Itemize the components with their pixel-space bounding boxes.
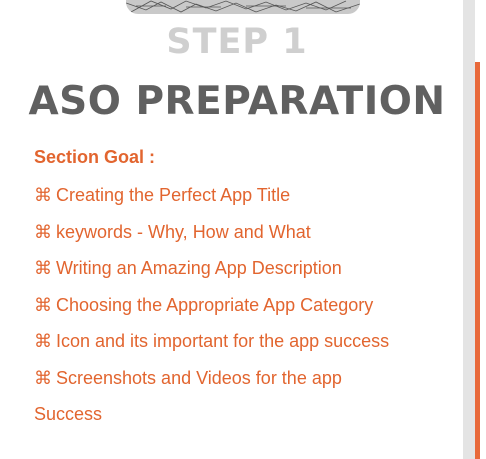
goal-text: keywords - Why, How and What: [56, 221, 311, 242]
list-item-continuation: Success: [34, 396, 454, 433]
goal-text: Writing an Amazing App Description: [56, 258, 342, 278]
command-key-icon: ⌘: [34, 185, 52, 205]
sketch-image-strip: [126, 0, 360, 14]
goal-list: ⌘ Creating the Perfect App Title ⌘ keyword…: [34, 177, 454, 433]
goal-text: Screenshots and Videos for the app: [56, 367, 342, 388]
section-goal-label: Section Goal :: [34, 147, 156, 167]
command-key-icon: ⌘: [34, 331, 52, 351]
goal-text: Choosing the Appropriate App Category: [56, 294, 374, 315]
goal-text: Creating the Perfect App Title: [56, 185, 291, 205]
list-item: ⌘ Choosing the Appropriate App Category: [34, 287, 454, 324]
command-key-icon: ⌘: [34, 258, 52, 278]
slide-title: ASO PREPARATION: [28, 79, 446, 124]
command-key-icon: ⌘: [34, 221, 52, 242]
command-key-icon: ⌘: [34, 367, 52, 388]
list-item: ⌘ Screenshots and Videos for the app: [34, 360, 454, 397]
step-label: STEP 1: [166, 22, 308, 62]
list-item: ⌘ Icon and its important for the app succ…: [34, 323, 454, 360]
goal-text: Icon and its important for the app succe…: [56, 331, 390, 351]
slide: STEP 1 ASO PREPARATION Section Goal : ⌘ C…: [0, 0, 486, 459]
right-frame-orange: [475, 62, 480, 459]
command-key-icon: ⌘: [34, 294, 52, 315]
list-item: ⌘ Creating the Perfect App Title: [34, 177, 454, 214]
goal-text: Success: [34, 404, 103, 424]
right-frame-gray: [463, 0, 475, 459]
list-item: ⌘ Writing an Amazing App Description: [34, 250, 454, 287]
list-item: ⌘ keywords - Why, How and What: [34, 214, 454, 251]
